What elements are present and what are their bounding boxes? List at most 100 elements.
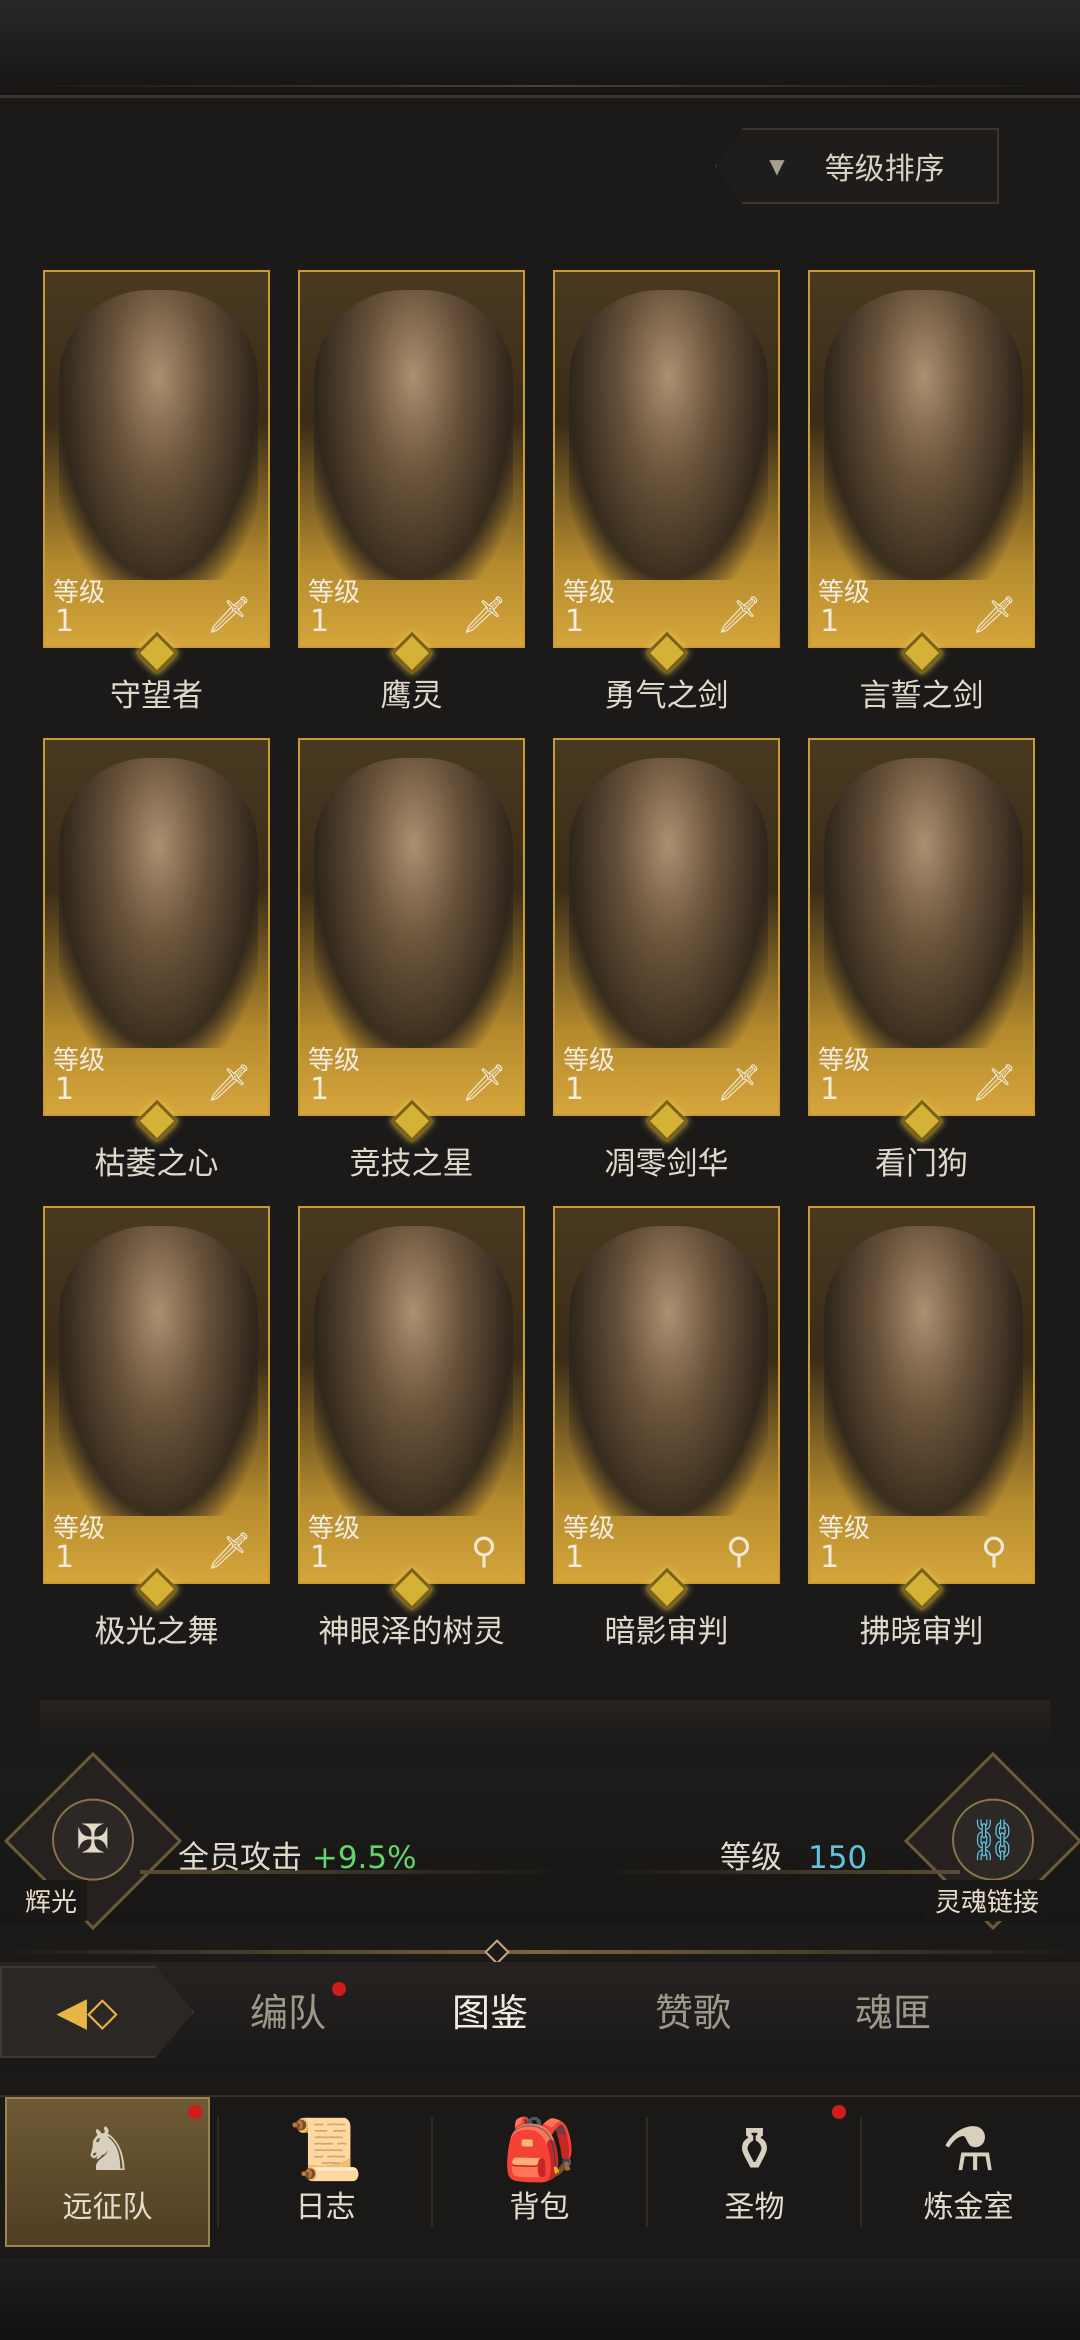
hero-name: 竞技之星: [349, 1146, 474, 1182]
sword-icon: 🗡: [206, 595, 252, 636]
hero-card-frame: 等级 1 ⚲: [553, 1206, 780, 1584]
hero-card-frame: 等级 1 🗡: [43, 738, 270, 1116]
nav-label: 炼金室: [923, 2190, 1014, 2225]
hero-name: 鹰灵: [380, 678, 443, 714]
hero-name: 拂晓审判: [859, 1614, 984, 1650]
nav-item-3[interactable]: ⚱ 圣物: [652, 2097, 857, 2247]
top-border: [0, 0, 1080, 98]
hero-name: 枯萎之心: [94, 1146, 219, 1182]
nav-item-0[interactable]: ♞ 远征队: [5, 2097, 210, 2247]
hero-card[interactable]: 等级 1 ⚲ 拂晓审判: [805, 1206, 1038, 1650]
triangle-down-icon: ▼: [769, 154, 785, 178]
tab-1[interactable]: 图鉴: [452, 1982, 528, 2037]
hero-card-frame: 等级 1 🗡: [553, 738, 780, 1116]
nav-separator: [860, 2117, 862, 2227]
scroll-icon: 📜: [288, 2115, 363, 2185]
collection-level: 等级 150: [720, 1832, 867, 1877]
horned-helmet-icon: ♞: [80, 2115, 135, 2185]
hero-name: 看门狗: [875, 1146, 968, 1182]
sword-icon: 🗡: [716, 1063, 762, 1104]
hero-portrait: [59, 290, 258, 580]
nav-label: 远征队: [62, 2190, 153, 2225]
hero-card[interactable]: 等级 1 🗡 鹰灵: [295, 270, 528, 714]
hero-card[interactable]: 等级 1 🗡 凋零剑华: [550, 738, 783, 1182]
hero-card-frame: 等级 1 ⚲: [808, 1206, 1035, 1584]
tab-2[interactable]: 赞歌: [655, 1982, 731, 2037]
hero-card[interactable]: 等级 1 ⚲ 暗影审判: [550, 1206, 783, 1650]
hero-card[interactable]: 等级 1 🗡 言誓之剑: [805, 270, 1038, 714]
tab-3[interactable]: 魂匣: [855, 1982, 931, 2037]
backpack-icon: 🎒: [502, 2115, 577, 2185]
sword-icon: 🗡: [716, 595, 762, 636]
hero-card[interactable]: 等级 1 ⚲ 神眼泽的树灵: [295, 1206, 528, 1650]
hero-level-value: 1: [55, 1540, 75, 1575]
hero-card[interactable]: 等级 1 🗡 守望者: [40, 270, 273, 714]
hero-level-value: 1: [310, 604, 330, 639]
tab-0[interactable]: 编队: [250, 1982, 326, 2037]
sword-icon: 🗡: [206, 1063, 252, 1104]
staff-icon: ⚲: [980, 1530, 1008, 1572]
hero-card-frame: 等级 1 🗡: [553, 270, 780, 648]
hero-portrait: [569, 758, 768, 1048]
bottom-navigation: ♞ 远征队 📜 日志 🎒 背包 ⚱ 圣物 ⚗ 炼金室: [0, 2095, 1080, 2257]
hero-level-value: 1: [55, 1072, 75, 1107]
hero-name: 神眼泽的树灵: [318, 1614, 505, 1650]
hero-card-frame: 等级 1 🗡: [808, 270, 1035, 648]
hero-card[interactable]: 等级 1 🗡 极光之舞: [40, 1206, 273, 1650]
sword-icon: 🗡: [971, 1063, 1017, 1104]
arrow-left-icon: ◀◇: [56, 1989, 118, 2035]
collection-level-label: 等级: [720, 1840, 782, 1876]
hero-level-value: 1: [565, 1072, 585, 1107]
hero-card-frame: 等级 1 🗡: [43, 1206, 270, 1584]
radiance-icon: ✠: [52, 1798, 134, 1881]
nav-separator: [217, 2117, 219, 2227]
notification-dot: [188, 2105, 202, 2119]
hero-level-value: 1: [55, 604, 75, 639]
hero-name: 凋零剑华: [604, 1146, 729, 1182]
nav-separator: [646, 2117, 648, 2227]
sword-icon: 🗡: [971, 595, 1017, 636]
hero-portrait: [314, 1226, 513, 1516]
relic-icon: ⚱: [729, 2115, 780, 2185]
hero-portrait: [569, 1226, 768, 1516]
nav-item-1[interactable]: 📜 日志: [223, 2097, 428, 2247]
hero-grid: 等级 1 🗡 守望者 等级 1 🗡 鹰灵 等级 1 🗡 勇气之剑 等级 1 🗡: [40, 270, 1050, 1650]
nav-item-4[interactable]: ⚗ 炼金室: [866, 2097, 1071, 2247]
hero-card[interactable]: 等级 1 🗡 勇气之剑: [550, 270, 783, 714]
divider: [0, 1950, 1080, 1954]
nav-label: 圣物: [724, 2190, 785, 2225]
hero-card-frame: 等级 1 🗡: [43, 270, 270, 648]
soul-link-label: 灵魂链接: [925, 1880, 1050, 1921]
hero-portrait: [314, 290, 513, 580]
sort-by-level-button[interactable]: ▼ 等级排序: [715, 128, 999, 204]
hero-level-value: 1: [310, 1072, 330, 1107]
staff-icon: ⚲: [470, 1530, 498, 1572]
bonus-value: +9.5%: [311, 1840, 417, 1876]
hero-name: 极光之舞: [94, 1614, 219, 1650]
sword-icon: 🗡: [461, 1063, 507, 1104]
hero-portrait: [569, 290, 768, 580]
hero-level-value: 1: [565, 604, 585, 639]
hero-level-value: 1: [820, 1072, 840, 1107]
notification-dot: [332, 1982, 346, 1996]
footer-band: [0, 2258, 1080, 2340]
soul-link-icon: ⛓: [952, 1798, 1034, 1881]
hero-card-frame: 等级 1 🗡: [298, 738, 525, 1116]
hero-name: 守望者: [110, 678, 203, 714]
nav-label: 背包: [509, 2190, 570, 2225]
nav-label: 日志: [295, 2190, 356, 2225]
hero-card[interactable]: 等级 1 🗡 枯萎之心: [40, 738, 273, 1182]
nav-item-2[interactable]: 🎒 背包: [437, 2097, 642, 2247]
notification-dot: [832, 2105, 846, 2119]
radiance-label: 辉光: [15, 1880, 88, 1921]
hero-card[interactable]: 等级 1 🗡 竞技之星: [295, 738, 528, 1182]
collection-level-value: 150: [808, 1840, 868, 1876]
sort-label: 等级排序: [824, 152, 945, 187]
divider-ornament: [484, 1939, 510, 1965]
nav-separator: [431, 2117, 433, 2227]
hero-card[interactable]: 等级 1 🗡 看门狗: [805, 738, 1038, 1182]
collapse-button[interactable]: ◀◇: [0, 1966, 194, 2058]
bonus-text: 全员攻击: [178, 1840, 302, 1876]
hero-grid-next-row-partial: [40, 1700, 1050, 1748]
hero-portrait: [59, 758, 258, 1048]
